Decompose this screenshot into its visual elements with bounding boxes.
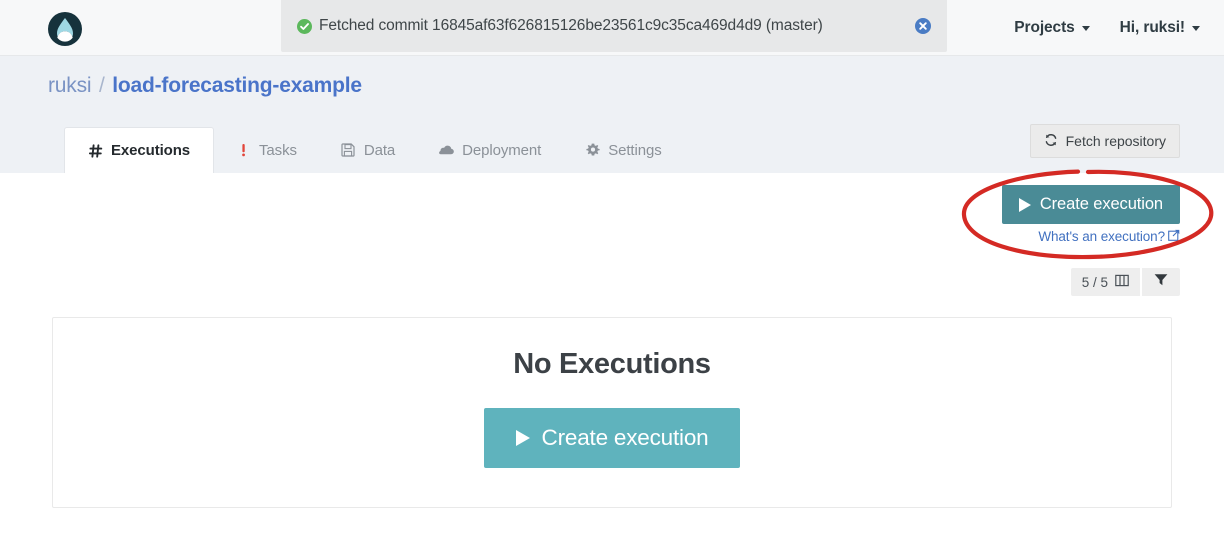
executions-content: Create execution What's an execution? 5 … xyxy=(0,173,1224,546)
play-icon xyxy=(515,430,530,446)
chevron-down-icon xyxy=(1081,25,1090,31)
breadcrumb-project[interactable]: load-forecasting-example xyxy=(112,74,362,97)
top-navigation-bar: Fetched commit 16845af63f626815126be2356… xyxy=(0,0,1224,56)
gear-icon xyxy=(585,143,600,157)
projects-menu-label: Projects xyxy=(1014,19,1075,36)
fetch-repository-label: Fetch repository xyxy=(1065,133,1166,149)
projects-menu[interactable]: Projects xyxy=(1014,19,1090,37)
top-nav-menus: Projects Hi, ruksi! xyxy=(1014,0,1200,56)
close-circle-icon[interactable] xyxy=(915,18,931,34)
tab-settings[interactable]: Settings xyxy=(563,127,683,173)
app-root: Fetched commit 16845af63f626815126be2356… xyxy=(0,0,1224,546)
tab-deployment-label: Deployment xyxy=(462,141,542,159)
columns-icon xyxy=(1115,274,1129,290)
hash-icon xyxy=(88,143,103,158)
breadcrumb-owner[interactable]: ruksi xyxy=(48,74,92,97)
check-circle-icon xyxy=(297,19,312,34)
tab-executions[interactable]: Executions xyxy=(64,127,215,173)
user-menu[interactable]: Hi, ruksi! xyxy=(1120,19,1200,37)
project-tabs: Executions Tasks Data Deployment Setting… xyxy=(64,127,684,173)
funnel-filter-icon xyxy=(1154,273,1168,291)
tab-data[interactable]: Data xyxy=(319,127,417,173)
cloud-icon xyxy=(439,144,454,156)
counter-label: 5 / 5 xyxy=(1081,274,1108,290)
breadcrumb: ruksi / load-forecasting-example xyxy=(48,74,362,98)
create-execution-button-label: Create execution xyxy=(1039,195,1163,213)
tab-deployment[interactable]: Deployment xyxy=(417,127,563,173)
breadcrumb-separator: / xyxy=(98,74,105,97)
project-header-band: ruksi / load-forecasting-example Executi… xyxy=(0,56,1224,173)
create-execution-button[interactable]: Create execution xyxy=(1001,185,1180,224)
tab-tasks-label: Tasks xyxy=(259,141,297,159)
whats-an-execution-link[interactable]: What's an execution? xyxy=(1038,229,1180,244)
empty-state-create-execution-button[interactable]: Create execution xyxy=(483,408,741,468)
fetch-repository-button[interactable]: Fetch repository xyxy=(1029,124,1180,158)
refresh-sync-icon xyxy=(1044,133,1058,150)
empty-state-create-execution-label: Create execution xyxy=(541,425,709,450)
empty-state-title: No Executions xyxy=(513,348,711,380)
flash-notification: Fetched commit 16845af63f626815126be2356… xyxy=(281,0,947,52)
column-visibility-toggle[interactable]: 5 / 5 xyxy=(1070,268,1140,296)
external-link-icon xyxy=(1168,229,1180,244)
chevron-down-icon xyxy=(1192,25,1200,31)
exclamation-icon xyxy=(236,143,251,157)
play-icon xyxy=(1018,197,1031,212)
flash-message: Fetched commit 16845af63f626815126be2356… xyxy=(319,17,823,34)
tab-executions-label: Executions xyxy=(111,142,191,159)
tab-data-label: Data xyxy=(363,141,396,159)
tab-tasks[interactable]: Tasks xyxy=(214,127,319,173)
tab-settings-label: Settings xyxy=(608,141,662,159)
peltarion-drop-logo-icon[interactable] xyxy=(48,12,82,46)
floppy-disk-icon xyxy=(341,143,356,157)
filter-button[interactable] xyxy=(1142,268,1180,296)
whats-an-execution-label: What's an execution? xyxy=(1038,229,1165,244)
executions-counter-row: 5 / 5 xyxy=(1070,268,1180,296)
user-menu-label: Hi, ruksi! xyxy=(1119,19,1185,36)
no-executions-card: No Executions Create execution xyxy=(52,317,1172,508)
